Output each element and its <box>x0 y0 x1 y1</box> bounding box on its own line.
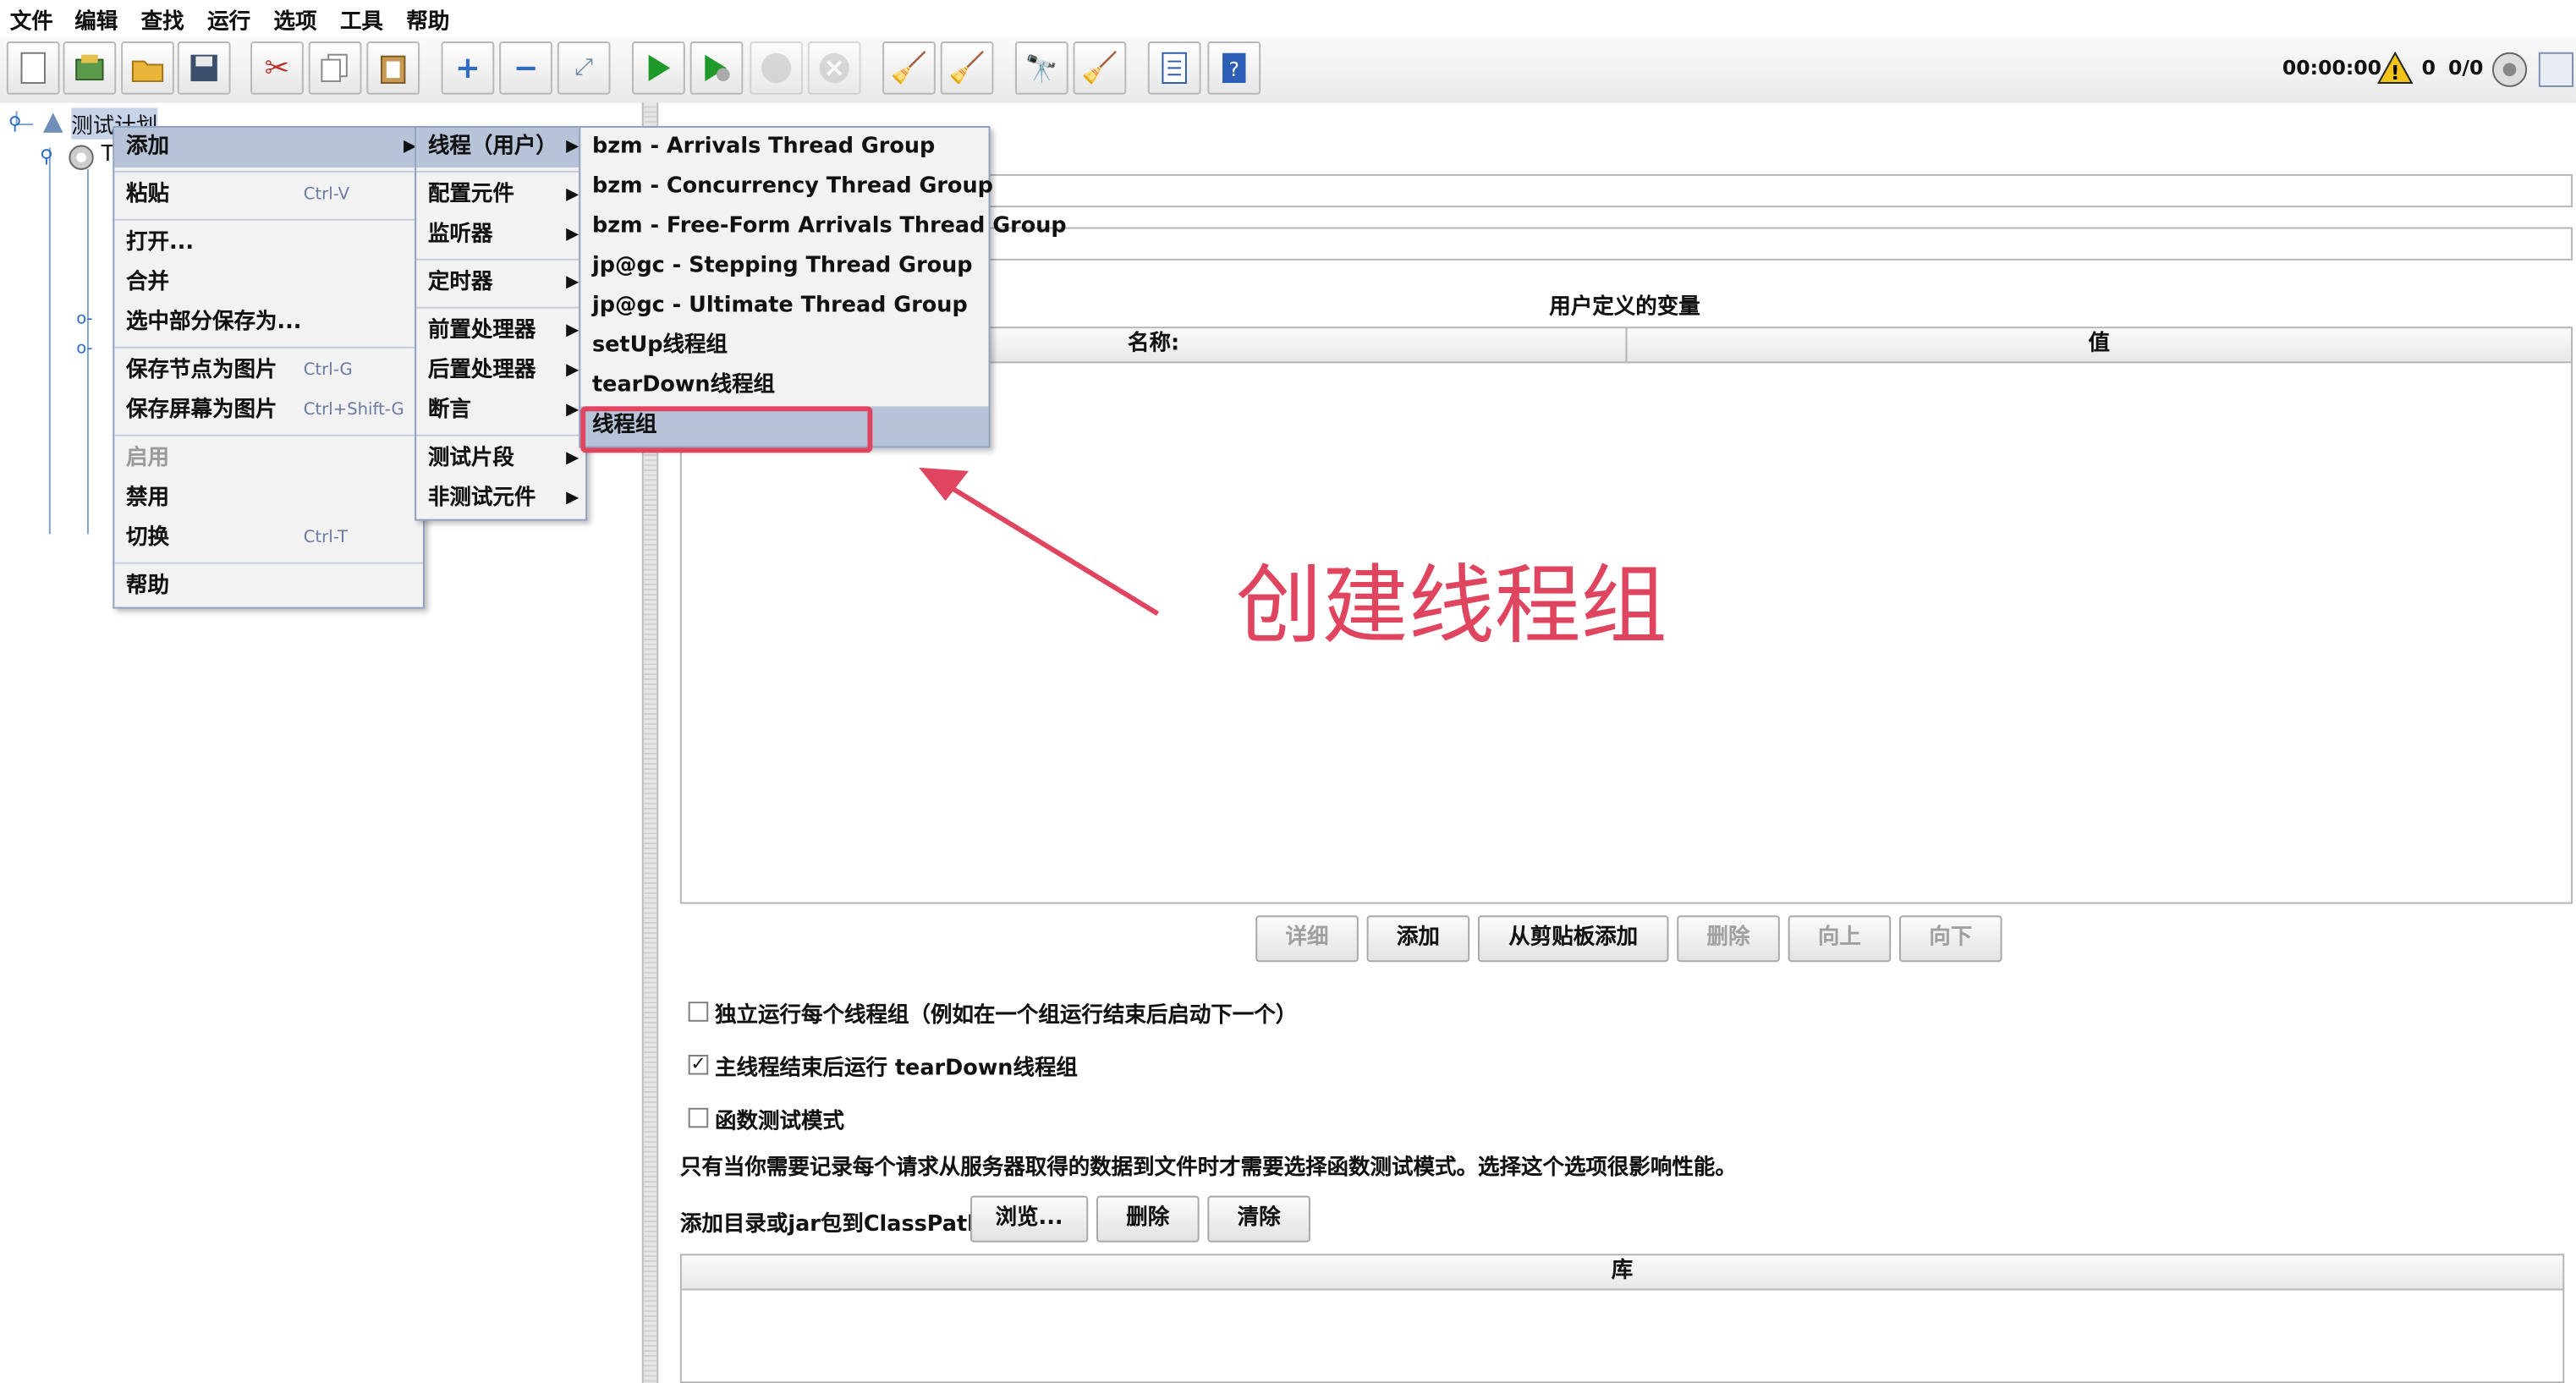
function-helper-icon[interactable] <box>1147 41 1201 95</box>
add-config[interactable]: 配置元件 ▶ <box>416 176 585 216</box>
search-icon[interactable]: 🔭 <box>1014 41 1068 95</box>
ctx-save-screen-image[interactable]: 保存屏幕为图片 Ctrl+Shift-G <box>114 392 423 431</box>
add-timer[interactable]: 定时器 ▶ <box>416 264 585 304</box>
delete-button[interactable]: 删除 <box>1677 915 1780 963</box>
status-icon <box>2491 52 2528 95</box>
ctx-open[interactable]: 打开... <box>114 224 423 264</box>
highlight-box <box>580 406 873 453</box>
svg-text:!: ! <box>2391 61 2400 85</box>
warning-icon[interactable]: ! <box>2376 51 2414 91</box>
save-icon[interactable] <box>177 41 231 95</box>
thread-teardown[interactable]: tearDown线程组 <box>580 366 988 406</box>
ctx-disable[interactable]: 禁用 <box>114 480 423 519</box>
functional-note: 只有当你需要记录每个请求从服务器取得的数据到文件时才需要选择函数测试模式。选择这… <box>679 1155 1737 1182</box>
toolbar: ✂ + − ⤢ 🧹 🧹 🔭 🧹 ? 00:00:00 ! 0 0/0 <box>0 36 2576 105</box>
teardown-label: 主线程结束后运行 tearDown线程组 <box>715 1056 1078 1082</box>
add-submenu: 线程（用户） ▶ 配置元件 ▶ 监听器 ▶ 定时器 ▶ 前置处理器 ▶ 后置处理器 ▶ 断言… <box>415 126 588 521</box>
annotation-arrow <box>919 467 1160 616</box>
collapse-icon[interactable]: − <box>499 41 552 95</box>
add-listener[interactable]: 监听器 ▶ <box>416 216 585 255</box>
expand-icon[interactable]: + <box>441 41 495 95</box>
menu-file[interactable]: 文件 <box>10 3 53 35</box>
add-test-fragment[interactable]: 测试片段 ▶ <box>416 440 585 480</box>
add-threads[interactable]: 线程（用户） ▶ <box>416 127 586 168</box>
add-postprocessor[interactable]: 后置处理器 ▶ <box>416 352 585 392</box>
svg-text:?: ? <box>1229 58 1239 81</box>
toggle-icon[interactable]: ⤢ <box>557 41 611 95</box>
user-vars-title: 用户定义的变量 <box>1549 295 1700 321</box>
menu-search[interactable]: 查找 <box>141 3 184 35</box>
thread-bzm-concurrency[interactable]: bzm - Concurrency Thread Group <box>580 167 993 207</box>
menu-help[interactable]: 帮助 <box>406 3 449 35</box>
start-no-pause-icon[interactable] <box>689 41 744 95</box>
thread-gear-icon <box>66 143 96 179</box>
thread-submenu: bzm - Arrivals Thread Group bzm - Concur… <box>579 126 1067 448</box>
reset-search-icon[interactable]: 🧹 <box>1073 41 1127 95</box>
tree-expand-handle[interactable]: ⚲ <box>8 113 22 134</box>
tree-handle-b[interactable]: o- <box>76 340 92 359</box>
teardown-checkbox[interactable]: ✓ <box>688 1055 709 1075</box>
cp-clear-button[interactable]: 清除 <box>1207 1195 1310 1243</box>
warning-count: 0 <box>2421 56 2436 80</box>
menu-run[interactable]: 运行 <box>207 3 250 35</box>
tree-expand-handle-2[interactable]: ⚲ <box>40 146 53 167</box>
add-from-clipboard-button[interactable]: 从剪贴板添加 <box>1477 915 1669 963</box>
functional-label: 函数测试模式 <box>715 1109 845 1135</box>
annotation-text: 创建线程组 <box>1235 557 1667 657</box>
paste-icon[interactable] <box>366 41 420 95</box>
test-plan-icon <box>40 109 66 142</box>
comments-field[interactable] <box>988 227 2573 261</box>
add-assertion[interactable]: 断言 ▶ <box>416 392 585 431</box>
help-icon[interactable]: ? <box>1207 41 1261 95</box>
thread-bzm-freeform[interactable]: bzm - Free-Form Arrivals Thread Group <box>580 207 1067 247</box>
ctx-save-node-image[interactable]: 保存节点为图片 Ctrl-G <box>114 352 423 392</box>
ctx-merge[interactable]: 合并 <box>114 264 423 304</box>
thread-setup[interactable]: setUp线程组 <box>580 327 988 366</box>
context-menu: 添加 ▶ 粘贴 Ctrl-V 打开... 合并 选中部分保存为... 保存节点为图片… <box>113 126 425 609</box>
library-table[interactable] <box>679 1288 2565 1383</box>
library-header[interactable]: 库 <box>679 1254 2565 1291</box>
ctx-paste[interactable]: 粘贴 Ctrl-V <box>114 176 423 216</box>
detail-button[interactable]: 详细 <box>1255 915 1359 963</box>
open-icon[interactable] <box>121 41 174 95</box>
log-icon[interactable] <box>2538 52 2574 95</box>
functional-checkbox[interactable] <box>688 1107 709 1128</box>
menu-tools[interactable]: 工具 <box>340 3 383 35</box>
down-button[interactable]: 向下 <box>1899 915 2002 963</box>
independent-label: 独立运行每个线程组（例如在一个组运行结束后启动下一个） <box>715 1003 1298 1029</box>
classpath-label: 添加目录或jar包到ClassPath <box>679 1212 983 1238</box>
thread-jpgc-ultimate[interactable]: jp@gc - Ultimate Thread Group <box>580 287 988 327</box>
menu-bar: 文件 编辑 查找 运行 选项 工具 帮助 <box>0 0 2576 37</box>
cp-delete-button[interactable]: 删除 <box>1096 1195 1200 1243</box>
browse-button[interactable]: 浏览... <box>970 1195 1089 1243</box>
up-button[interactable]: 向上 <box>1788 915 1892 963</box>
copy-icon[interactable] <box>308 41 362 95</box>
ctx-enable[interactable]: 启用 <box>114 440 423 480</box>
add-non-test[interactable]: 非测试元件 ▶ <box>416 480 585 519</box>
cut-icon[interactable]: ✂ <box>250 41 304 95</box>
add-button[interactable]: 添加 <box>1366 915 1470 963</box>
clear-icon[interactable]: 🧹 <box>882 41 936 95</box>
menu-options[interactable]: 选项 <box>274 3 317 35</box>
elapsed-timer: 00:00:00 <box>2282 56 2381 80</box>
tree-handle-a[interactable]: o- <box>76 310 92 329</box>
templates-icon[interactable] <box>63 41 117 95</box>
ctx-add[interactable]: 添加 ▶ <box>114 127 423 168</box>
independent-checkbox[interactable] <box>688 1002 709 1022</box>
menu-edit[interactable]: 编辑 <box>74 3 118 35</box>
stop-icon[interactable] <box>750 41 803 95</box>
ctx-help[interactable]: 帮助 <box>114 568 423 607</box>
active-threads: 0/0 <box>2447 56 2484 80</box>
thread-bzm-arrivals[interactable]: bzm - Arrivals Thread Group <box>580 128 988 167</box>
start-icon[interactable] <box>632 41 685 95</box>
name-field[interactable] <box>988 173 2573 208</box>
col-value-header[interactable]: 值 <box>1625 327 2573 364</box>
new-icon[interactable] <box>6 41 60 95</box>
add-preprocessor[interactable]: 前置处理器 ▶ <box>416 312 585 352</box>
shutdown-icon[interactable] <box>807 41 861 95</box>
clear-all-icon[interactable]: 🧹 <box>940 41 994 95</box>
thread-jpgc-stepping[interactable]: jp@gc - Stepping Thread Group <box>580 247 988 287</box>
ctx-toggle[interactable]: 切换 Ctrl-T <box>114 519 423 559</box>
ctx-save-selection[interactable]: 选中部分保存为... <box>114 304 423 343</box>
